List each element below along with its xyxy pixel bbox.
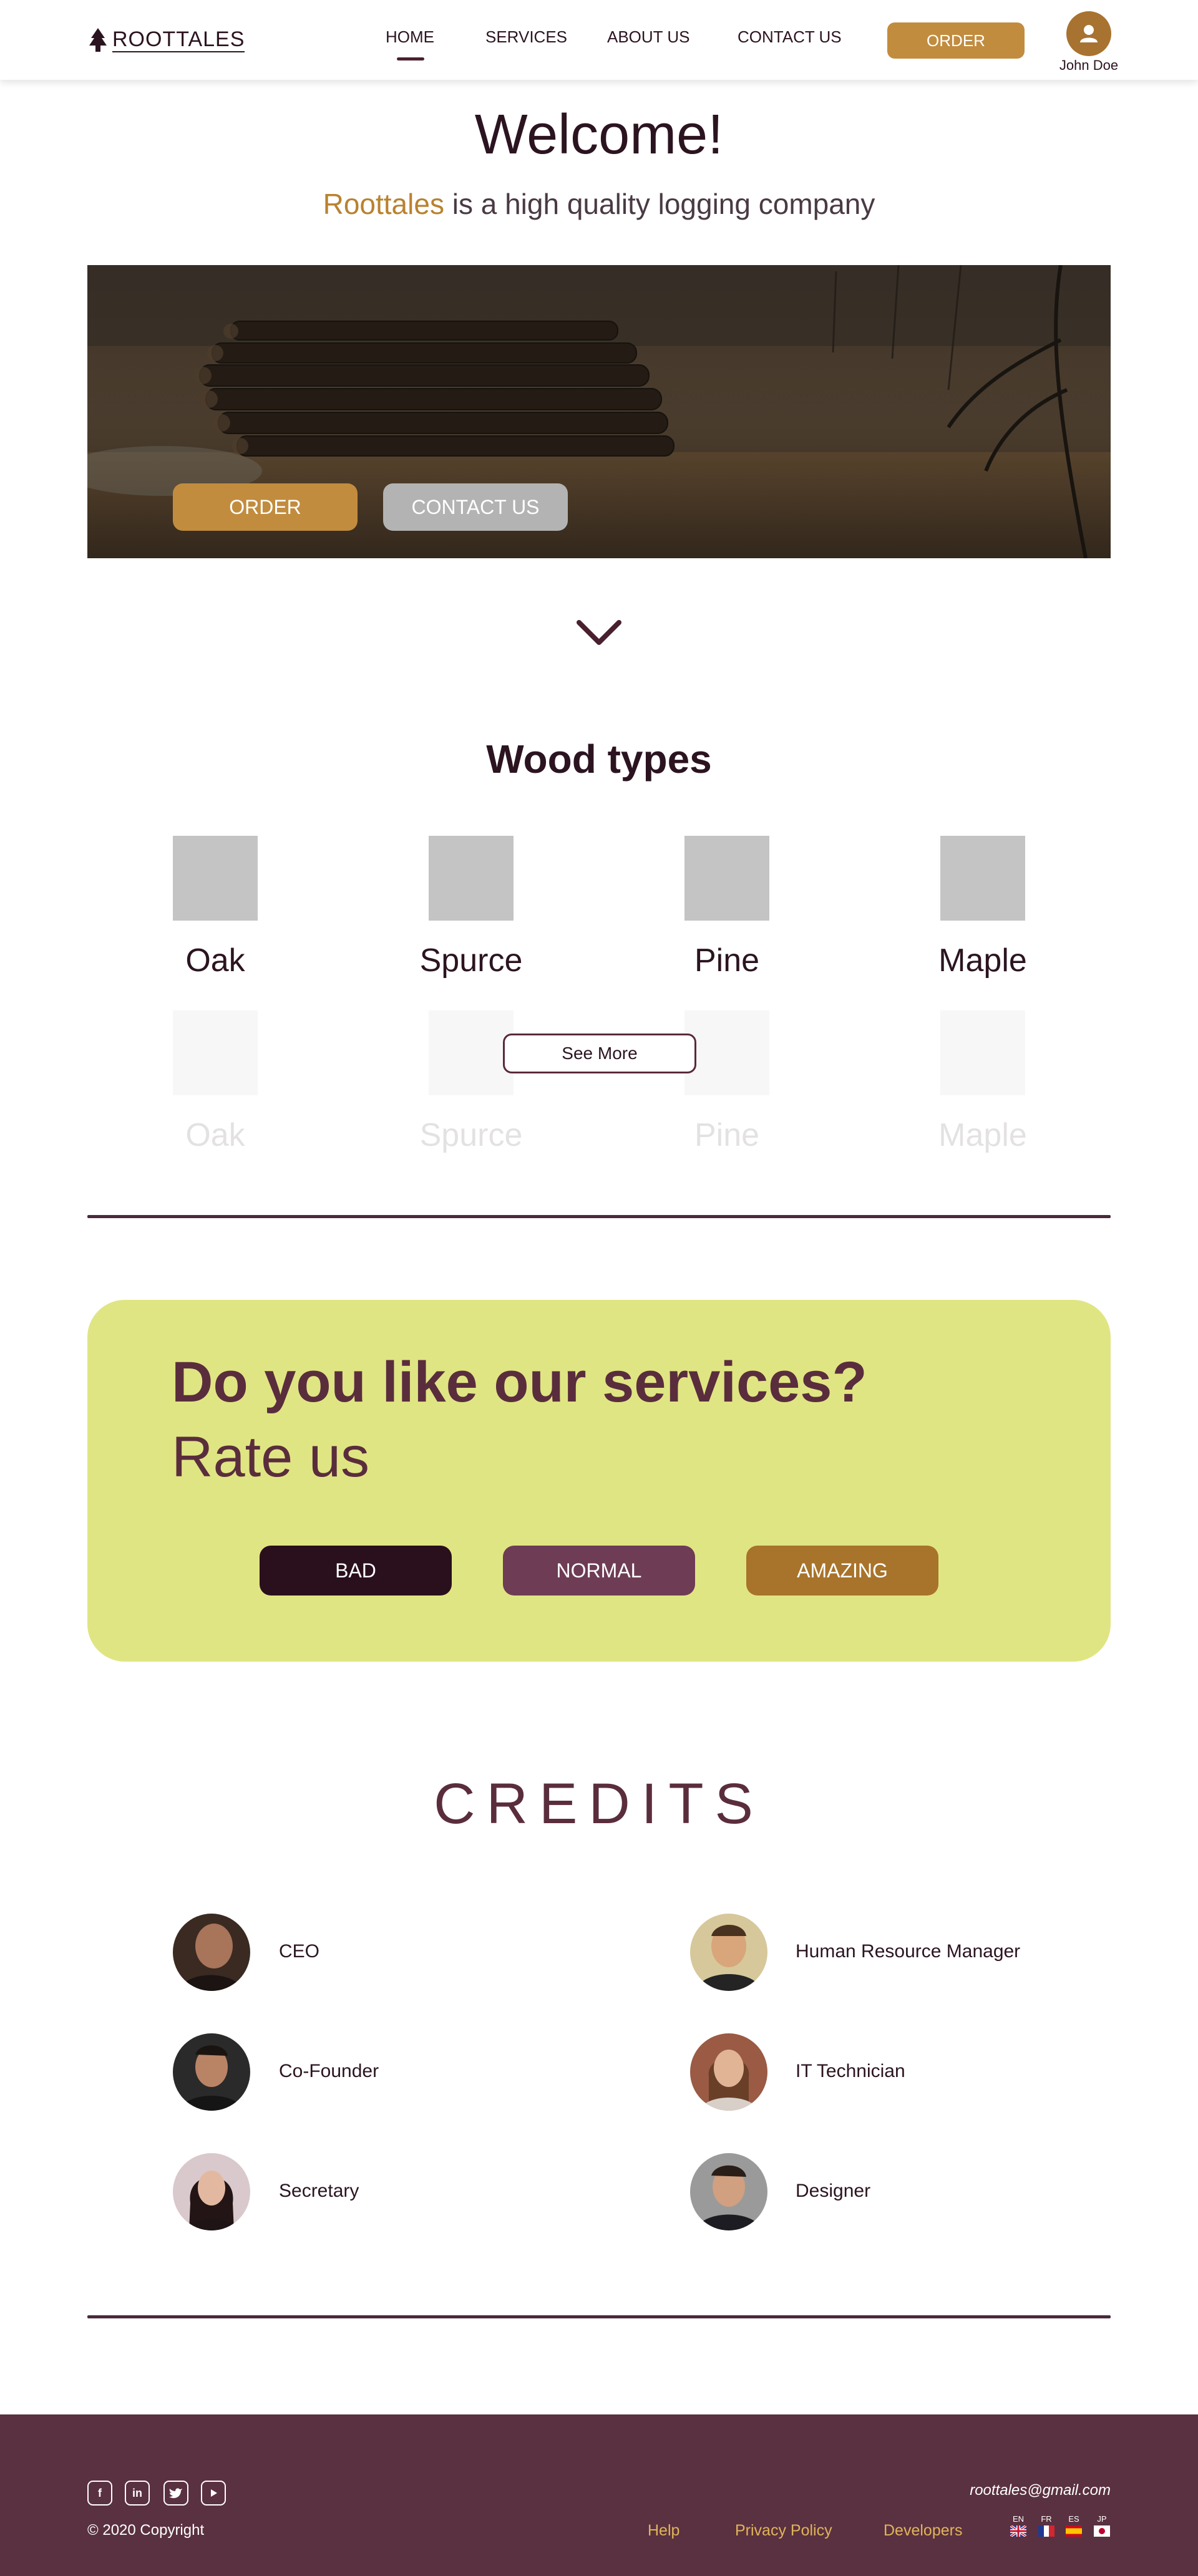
language-fr[interactable]: FR [1037,2514,1056,2540]
rate-us-card: Do you like our services? Rate us BAD NO… [87,1300,1111,1662]
pine-tree-icon [89,28,107,52]
wood-types-title: Wood types [486,737,712,782]
france-flag-icon [1038,2525,1054,2537]
wood-thumbnail-faded [684,1010,769,1095]
credit-role: IT Technician [796,2061,905,2081]
avatar [690,2153,767,2230]
hero-order-button[interactable]: ORDER [173,483,358,531]
see-more-button[interactable]: See More [503,1034,696,1073]
credit-role: Secretary [279,2181,359,2201]
nav-home[interactable]: HOME [386,27,434,47]
nav-services[interactable]: SERVICES [485,27,567,47]
rate-normal-button[interactable]: NORMAL [503,1546,695,1595]
language-code: FR [1041,2514,1052,2524]
logo-text: ROOTTALES [112,27,245,52]
footer-link-developers[interactable]: Developers [884,2522,962,2540]
page-title: Welcome! [474,104,724,166]
subtitle-text: is a high quality logging company [444,188,875,220]
section-divider [87,2315,1111,2318]
scroll-down-chevron-icon[interactable] [575,617,623,652]
section-divider [87,1215,1111,1218]
language-code: ES [1068,2514,1079,2524]
wood-label-maple: Maple [938,942,1027,979]
header-order-button[interactable]: ORDER [887,22,1025,59]
youtube-icon[interactable] [201,2481,226,2506]
wood-thumbnail-faded [940,1010,1025,1095]
language-code: EN [1012,2514,1025,2524]
user-icon [1080,25,1098,42]
rate-bad-button[interactable]: BAD [260,1546,452,1595]
site-header: ROOTTALES HOME SERVICES ABOUT US CONTACT… [0,0,1198,80]
avatar [173,2033,250,2111]
twitter-icon[interactable] [163,2481,188,2506]
rate-amazing-button[interactable]: AMAZING [746,1546,938,1595]
site-footer: f in roottales@gmail.com © 2020 Copyrigh… [0,2414,1198,2576]
brand-name: Roottales [323,188,444,220]
footer-link-privacy-policy[interactable]: Privacy Policy [735,2522,832,2540]
spain-flag-icon [1066,2525,1082,2537]
logo[interactable]: ROOTTALES [87,25,245,55]
wood-thumbnail-faded [173,1010,258,1095]
wood-label-faded: Maple [938,1117,1027,1153]
credit-role: Designer [796,2181,871,2201]
credits-title: CREDITS [434,1772,764,1836]
wood-thumbnail-oak[interactable] [173,836,258,921]
wood-label-faded: Pine [694,1117,760,1153]
wood-thumbnail-faded [429,1010,514,1095]
wood-label-pine: Pine [694,942,760,979]
wood-thumbnail-pine[interactable] [684,836,769,921]
credit-role: Human Resource Manager [796,1941,1021,1962]
credit-role: Co-Founder [279,2061,379,2081]
language-code: JP [1097,2514,1107,2524]
avatar [173,2153,250,2230]
wood-label-faded: Oak [185,1117,245,1153]
wood-label-faded: Spurce [419,1117,523,1153]
wood-thumbnail-maple[interactable] [940,836,1025,921]
language-jp[interactable]: JP [1093,2514,1111,2540]
avatar [690,1914,767,1991]
avatar [173,1914,250,1991]
linkedin-icon[interactable]: in [125,2481,150,2506]
credit-role: CEO [279,1941,320,1962]
uk-flag-icon [1009,2524,1028,2538]
rate-us-heading: Rate us [172,1425,370,1489]
user-name: John Doe [1059,57,1119,73]
language-en[interactable]: EN [1009,2514,1028,2540]
user-avatar[interactable] [1066,11,1111,56]
nav-about-us[interactable]: ABOUT US [607,27,689,47]
facebook-icon[interactable]: f [87,2481,112,2506]
language-es[interactable]: ES [1064,2514,1083,2540]
wood-label-spurce: Spurce [419,942,523,979]
rate-question: Do you like our services? [172,1350,867,1414]
copyright: © 2020 Copyright [87,2522,205,2539]
hero-contact-button[interactable]: CONTACT US [383,483,568,531]
footer-email[interactable]: roottales@gmail.com [970,2482,1111,2499]
footer-link-help[interactable]: Help [648,2522,679,2540]
nav-active-indicator [397,57,424,61]
wood-thumbnail-spurce[interactable] [429,836,514,921]
welcome-subtitle: Roottales is a high quality logging comp… [0,187,1198,221]
japan-flag-icon [1094,2525,1110,2537]
avatar [690,2033,767,2111]
nav-contact-us[interactable]: CONTACT US [738,27,842,47]
wood-label-oak: Oak [185,942,245,979]
hero-banner: ORDER CONTACT US [87,265,1111,558]
